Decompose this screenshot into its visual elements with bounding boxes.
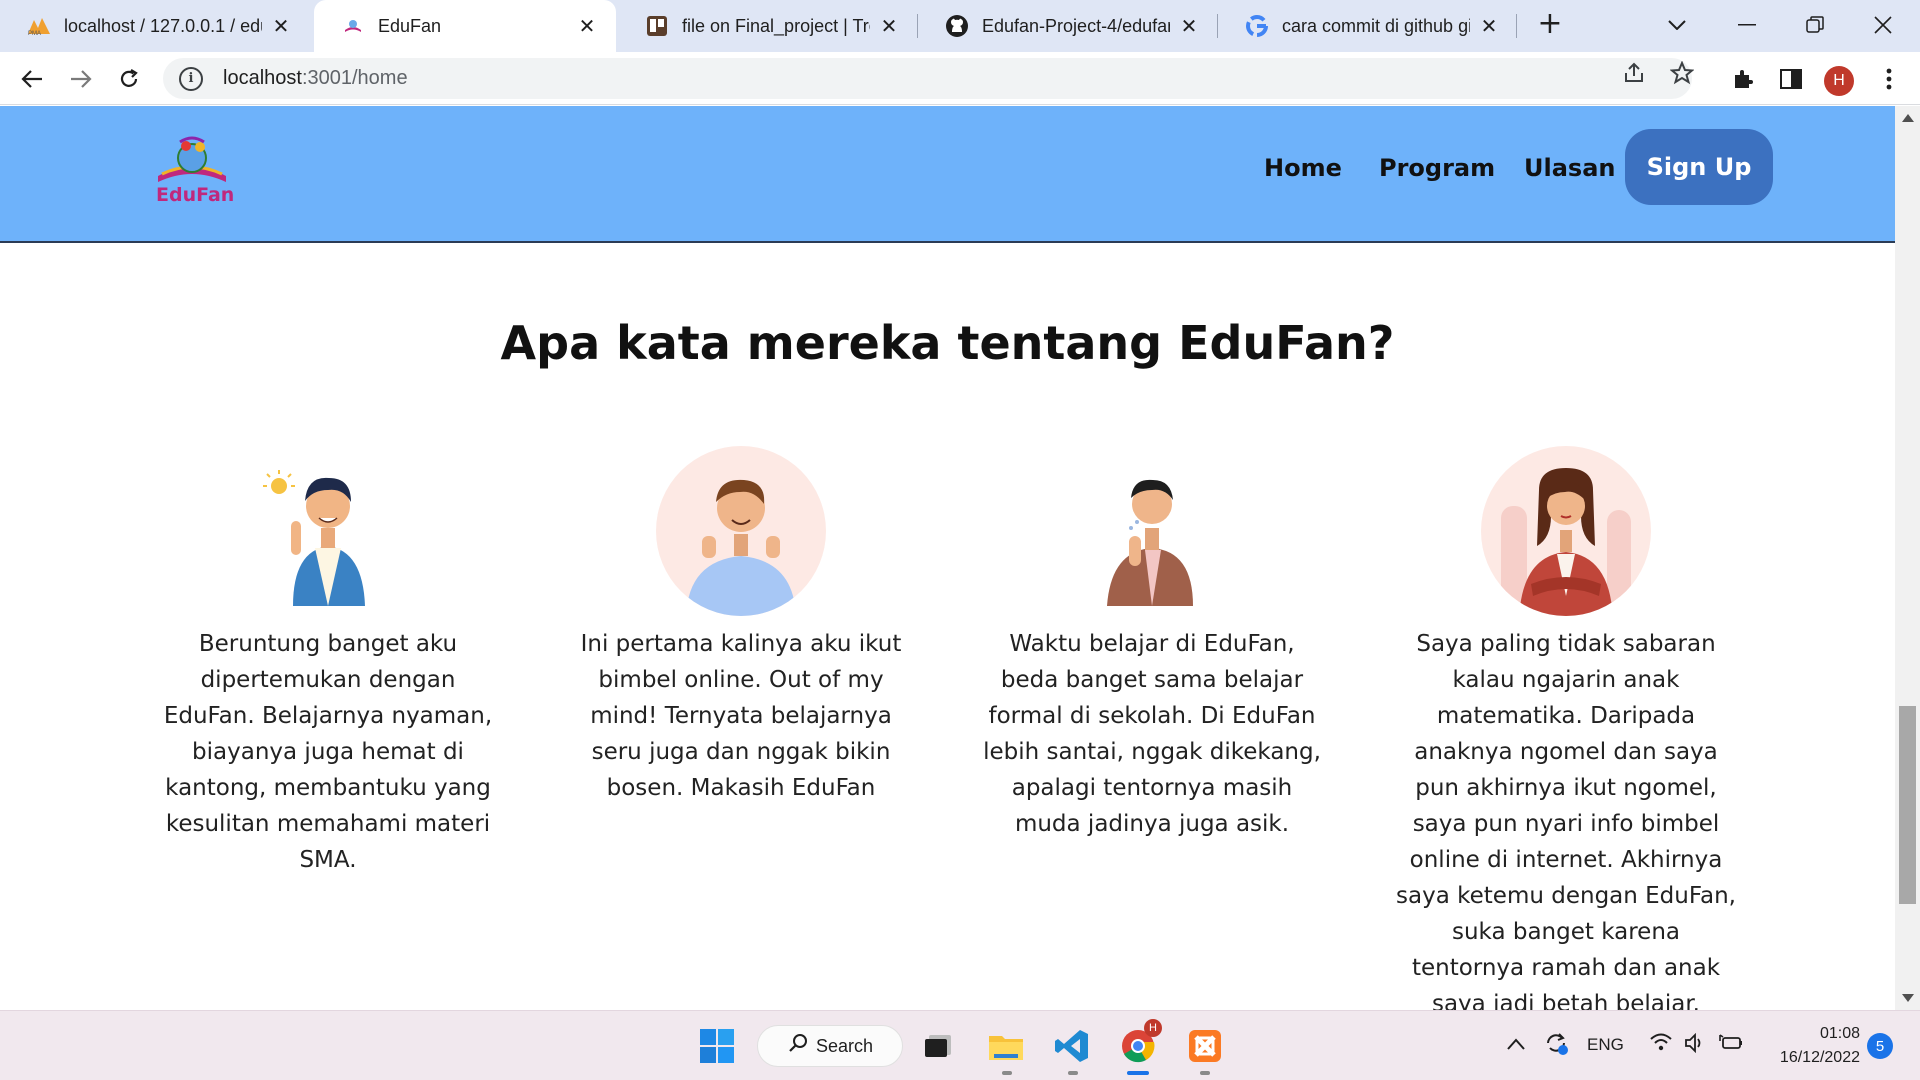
review-quote: Waktu belajar di EduFan, beda banget sam… (983, 631, 1321, 837)
taskbar-clock[interactable]: 01:08 16/12/2022 (1760, 1022, 1860, 1070)
browser-toolbar: i localhost:3001/home H (0, 52, 1920, 105)
close-window-icon[interactable] (1866, 8, 1900, 42)
review-card: Ini pertama kalinya aku ikut bimbel onli… (571, 446, 911, 806)
scroll-down-icon[interactable] (1902, 994, 1914, 1002)
close-icon[interactable]: ✕ (1478, 14, 1500, 38)
chrome-profile-badge: H (1144, 1019, 1162, 1037)
scroll-up-icon[interactable] (1902, 114, 1914, 122)
vscode-indicator (1068, 1071, 1078, 1075)
scrollbar-thumb[interactable] (1899, 706, 1916, 904)
clock-time: 01:08 (1819, 1025, 1860, 1042)
restore-icon[interactable] (1798, 8, 1832, 42)
boy-thumbs-up-illustration (686, 479, 796, 616)
xampp-indicator (1200, 1071, 1210, 1075)
logo-text: EduFan (156, 184, 235, 206)
close-icon[interactable]: ✕ (878, 14, 900, 38)
windows-taskbar: Search H ENG 01:08 16/12/2022 5 (0, 1010, 1920, 1080)
review-quote: Ini pertama kalinya aku ikut bimbel onli… (580, 631, 902, 801)
tab-title: cara commit di github git (1282, 15, 1470, 36)
forward-icon[interactable] (63, 61, 99, 97)
edufan-favicon-icon (340, 13, 366, 39)
tab-separator (1516, 14, 1517, 38)
task-view-icon[interactable] (918, 1026, 958, 1066)
close-icon[interactable]: ✕ (270, 14, 292, 38)
vscode-icon[interactable] (1052, 1026, 1092, 1066)
review-quote: Beruntung banget aku dipertemukan dengan… (163, 631, 493, 873)
windows-start-icon[interactable] (697, 1026, 737, 1066)
minimize-icon[interactable] (1730, 8, 1764, 42)
tab-github[interactable]: Edufan-Project-4/edufan- ✕ (918, 0, 1218, 52)
battery-icon[interactable] (1718, 1033, 1744, 1058)
github-icon (944, 13, 970, 39)
reviewer-avatar (656, 446, 826, 616)
reviewer-avatar (243, 446, 413, 616)
svg-text:PMA: PMA (28, 31, 41, 36)
tab-title: localhost / 127.0.0.1 / edu (64, 15, 262, 36)
woman-arms-crossed-illustration (1501, 468, 1631, 616)
close-icon[interactable]: ✕ (1178, 14, 1200, 38)
nav-home[interactable]: Home (1264, 154, 1342, 182)
share-icon[interactable] (1622, 61, 1646, 91)
file-explorer-icon[interactable] (986, 1026, 1026, 1066)
search-label: Search (816, 1035, 874, 1056)
review-card: Beruntung banget aku dipertemukan dengan… (158, 446, 498, 878)
clock-date: 16/12/2022 (1779, 1049, 1860, 1066)
tab-edufan[interactable]: EduFan ✕ (314, 0, 616, 52)
page-scrollbar[interactable] (1895, 106, 1920, 1010)
show-hidden-icons-chevron-icon[interactable] (1507, 1035, 1525, 1055)
tab-title: Edufan-Project-4/edufan- (982, 15, 1170, 36)
xampp-icon[interactable] (1185, 1026, 1225, 1066)
address-bar[interactable]: i localhost:3001/home (163, 58, 1692, 99)
browser-tab-strip: PMA localhost / 127.0.0.1 / edu ✕ EduFan… (0, 0, 1920, 52)
menu-kebab-icon[interactable] (1874, 64, 1904, 94)
extensions-icon[interactable] (1728, 64, 1758, 94)
tab-trello[interactable]: file on Final_project | Trell ✕ (618, 0, 918, 52)
tab-google[interactable]: cara commit di github git ✕ (1218, 0, 1518, 52)
nav-program[interactable]: Program (1379, 154, 1495, 182)
volume-icon[interactable] (1684, 1032, 1706, 1058)
url-text: localhost:3001/home (223, 67, 408, 90)
chrome-active-indicator (1127, 1071, 1149, 1075)
file-explorer-indicator (1002, 1071, 1012, 1075)
review-card: Waktu belajar di EduFan, beda banget sam… (982, 446, 1322, 842)
url-host: localhost (223, 67, 302, 89)
review-quote: Saya paling tidak sabaran kalau ngajarin… (1396, 631, 1736, 1010)
reload-icon[interactable] (111, 61, 147, 97)
new-tab-icon[interactable]: + (1535, 9, 1565, 40)
logo-graphic (158, 136, 226, 182)
bookmark-star-icon[interactable] (1669, 60, 1695, 91)
reviewer-avatar (1481, 446, 1651, 616)
back-icon[interactable] (14, 61, 50, 97)
profile-avatar[interactable]: H (1824, 66, 1854, 96)
reviews-title: Apa kata mereka tentang EduFan? (500, 316, 1395, 370)
tab-search-chevron-icon[interactable] (1660, 8, 1694, 42)
review-card: Saya paling tidak sabaran kalau ngajarin… (1396, 446, 1736, 1010)
page-viewport: EduFan Home Program Ulasan Sign Up Apa k… (0, 106, 1895, 1010)
close-icon[interactable]: ✕ (576, 14, 598, 38)
tab-phpmyadmin[interactable]: PMA localhost / 127.0.0.1 / edu ✕ (0, 0, 310, 52)
trello-icon (644, 13, 670, 39)
phpmyadmin-icon: PMA (26, 13, 52, 39)
search-icon (788, 1033, 808, 1059)
man-thinking-illustration (1107, 479, 1193, 606)
site-info-icon[interactable]: i (179, 66, 203, 91)
google-icon (1244, 13, 1270, 39)
tab-title: file on Final_project | Trell (682, 15, 870, 36)
wifi-icon[interactable] (1650, 1033, 1672, 1056)
input-language[interactable]: ENG (1587, 1035, 1624, 1055)
man-idea-illustration (263, 470, 365, 606)
sync-icon[interactable] (1542, 1029, 1570, 1062)
signup-button[interactable]: Sign Up (1625, 129, 1773, 205)
nav-ulasan[interactable]: Ulasan (1524, 154, 1615, 182)
side-panel-icon[interactable] (1776, 64, 1806, 94)
site-navbar: EduFan Home Program Ulasan Sign Up (0, 106, 1895, 243)
tab-title: EduFan (378, 15, 442, 36)
reviewer-avatar (1067, 446, 1237, 616)
notification-badge[interactable]: 5 (1867, 1033, 1893, 1059)
url-path: :3001/home (301, 67, 408, 89)
taskbar-search[interactable]: Search (757, 1025, 903, 1067)
